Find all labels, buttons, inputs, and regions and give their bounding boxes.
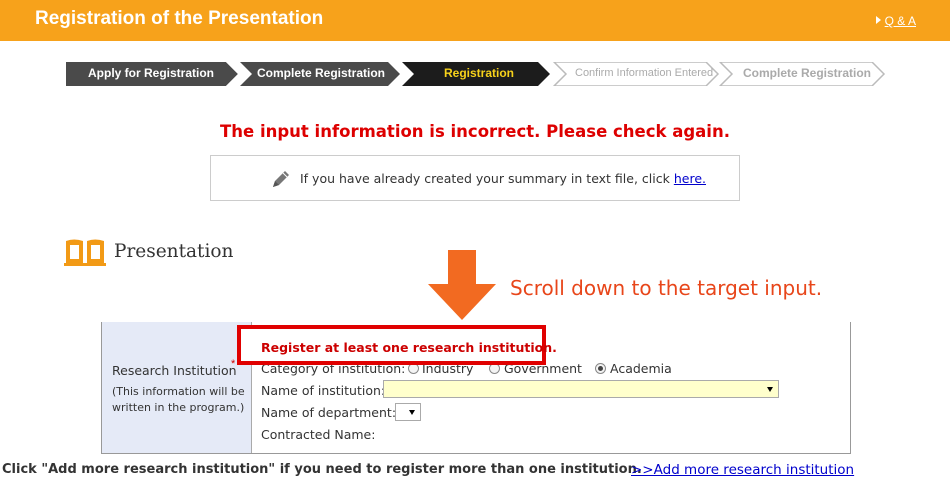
page-header: Registration of the Presentation Q & A xyxy=(0,0,950,41)
pencil-icon xyxy=(273,171,289,187)
required-mark: * xyxy=(231,358,236,370)
label-note-line2: written in the program.) xyxy=(112,401,245,414)
page-title: Registration of the Presentation xyxy=(35,8,324,29)
department-name-label: Name of department: xyxy=(261,405,397,420)
summary-upload-box: If you have already created your summary… xyxy=(210,155,740,201)
summary-text: If you have already created your summary… xyxy=(300,171,706,186)
triangle-right-icon xyxy=(875,16,881,24)
scroll-annotation: Scroll down to the target input. xyxy=(510,276,823,300)
summary-text-label: If you have already created your summary… xyxy=(300,171,670,186)
step-registration-current: Registration xyxy=(444,66,515,80)
step-complete-1: Complete Registration xyxy=(257,66,386,80)
summary-here-link[interactable]: here. xyxy=(674,171,706,186)
label-note: (This information will be written in the… xyxy=(112,384,245,416)
institution-name-label: Name of institution: xyxy=(261,383,386,398)
chevron-down-icon xyxy=(409,410,415,415)
institution-error-text: Register at least one research instituti… xyxy=(261,340,557,355)
error-message: The input information is incorrect. Plea… xyxy=(220,122,730,141)
form-label-cell: Research Institution * (This information… xyxy=(102,322,252,453)
step-confirm: Confirm Information Entered xyxy=(575,67,714,79)
label-note-line1: (This information will be xyxy=(112,385,245,398)
institution-error-highlight: Register at least one research instituti… xyxy=(237,325,557,365)
down-arrow-icon xyxy=(428,250,496,320)
section-title: Presentation xyxy=(114,241,234,262)
step-complete-2: Complete Registration xyxy=(743,66,872,80)
step-apply: Apply for Registration xyxy=(88,66,215,80)
qa-link[interactable]: Q & A xyxy=(875,14,916,28)
chevron-down-icon xyxy=(767,387,773,392)
contracted-name-label: Contracted Name: xyxy=(261,427,376,442)
research-institution-label: Research Institution xyxy=(112,363,237,378)
institution-name-select[interactable] xyxy=(383,380,779,398)
progress-steps: Apply for Registration Complete Registra… xyxy=(66,62,886,86)
add-research-institution-link[interactable]: >>Add more research institution xyxy=(631,462,854,478)
radio-academia[interactable] xyxy=(595,363,606,374)
add-institution-note: Click "Add more research institution" if… xyxy=(2,462,642,477)
qa-link-label: Q & A xyxy=(884,14,916,28)
department-name-select[interactable] xyxy=(395,403,421,421)
book-icon xyxy=(64,239,106,266)
radio-academia-label: Academia xyxy=(610,361,672,376)
